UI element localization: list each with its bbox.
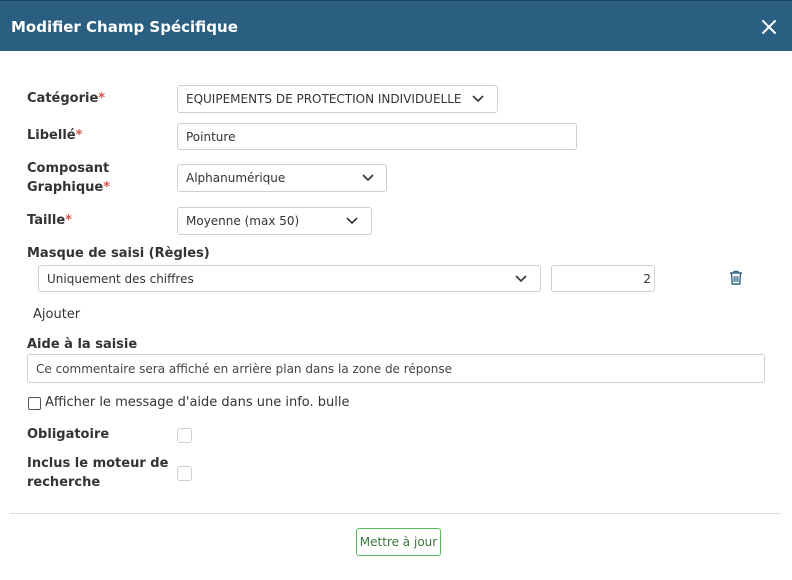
libelle-label: Libellé*: [27, 128, 83, 143]
categorie-select[interactable]: EQUIPEMENTS DE PROTECTION INDIVIDUELLE: [177, 85, 498, 113]
chevron-down-icon: [472, 95, 484, 103]
required-mark: *: [75, 128, 83, 143]
close-icon: [762, 20, 776, 34]
trash-icon: [730, 270, 742, 285]
moteur-label: Inclus le moteur de recherche: [27, 456, 169, 490]
required-mark: *: [103, 180, 111, 195]
categorie-value: EQUIPEMENTS DE PROTECTION INDIVIDUELLE: [186, 92, 462, 106]
taille-value: Moyenne (max 50): [186, 214, 300, 228]
chevron-down-icon: [346, 217, 358, 225]
close-button[interactable]: [760, 18, 778, 36]
chevron-down-icon: [362, 174, 374, 182]
composant-value: Alphanumérique: [186, 171, 286, 185]
footer-divider: [10, 513, 781, 514]
chevron-down-icon: [515, 274, 527, 282]
taille-label: Taille*: [27, 213, 72, 228]
masque-param-input[interactable]: 2: [551, 265, 655, 292]
masque-param-value: 2: [643, 271, 651, 286]
delete-rule-button[interactable]: [729, 270, 743, 285]
tooltip-checkbox[interactable]: [28, 397, 41, 410]
required-mark: *: [98, 91, 106, 106]
libelle-value: Pointure: [186, 129, 236, 144]
masque-rule-select[interactable]: Uniquement des chiffres: [38, 265, 541, 292]
update-button[interactable]: Mettre à jour: [356, 528, 441, 556]
tooltip-checkbox-label: Afficher le message d'aide dans une info…: [45, 395, 350, 410]
aide-label: Aide à la saisie: [27, 337, 138, 352]
required-mark: *: [65, 213, 72, 228]
aide-input[interactable]: Ce commentaire sera affiché en arrière p…: [27, 354, 765, 383]
dialog-title: Modifier Champ Spécifique: [11, 18, 238, 36]
taille-select[interactable]: Moyenne (max 50): [177, 207, 372, 235]
masque-label: Masque de saisi (Règles): [27, 246, 210, 261]
obligatoire-checkbox[interactable]: [177, 428, 192, 443]
composant-select[interactable]: Alphanumérique: [177, 164, 387, 192]
moteur-checkbox[interactable]: [177, 466, 192, 481]
composant-label: Composant Graphique*: [27, 161, 111, 195]
categorie-label: Catégorie*: [27, 91, 106, 106]
obligatoire-label: Obligatoire: [27, 427, 110, 442]
masque-rule-value: Uniquement des chiffres: [47, 271, 194, 286]
dialog-header: Modifier Champ Spécifique: [0, 0, 792, 51]
aide-placeholder: Ce commentaire sera affiché en arrière p…: [36, 361, 453, 376]
add-rule-link[interactable]: Ajouter: [33, 307, 80, 322]
libelle-input[interactable]: Pointure: [177, 123, 577, 150]
